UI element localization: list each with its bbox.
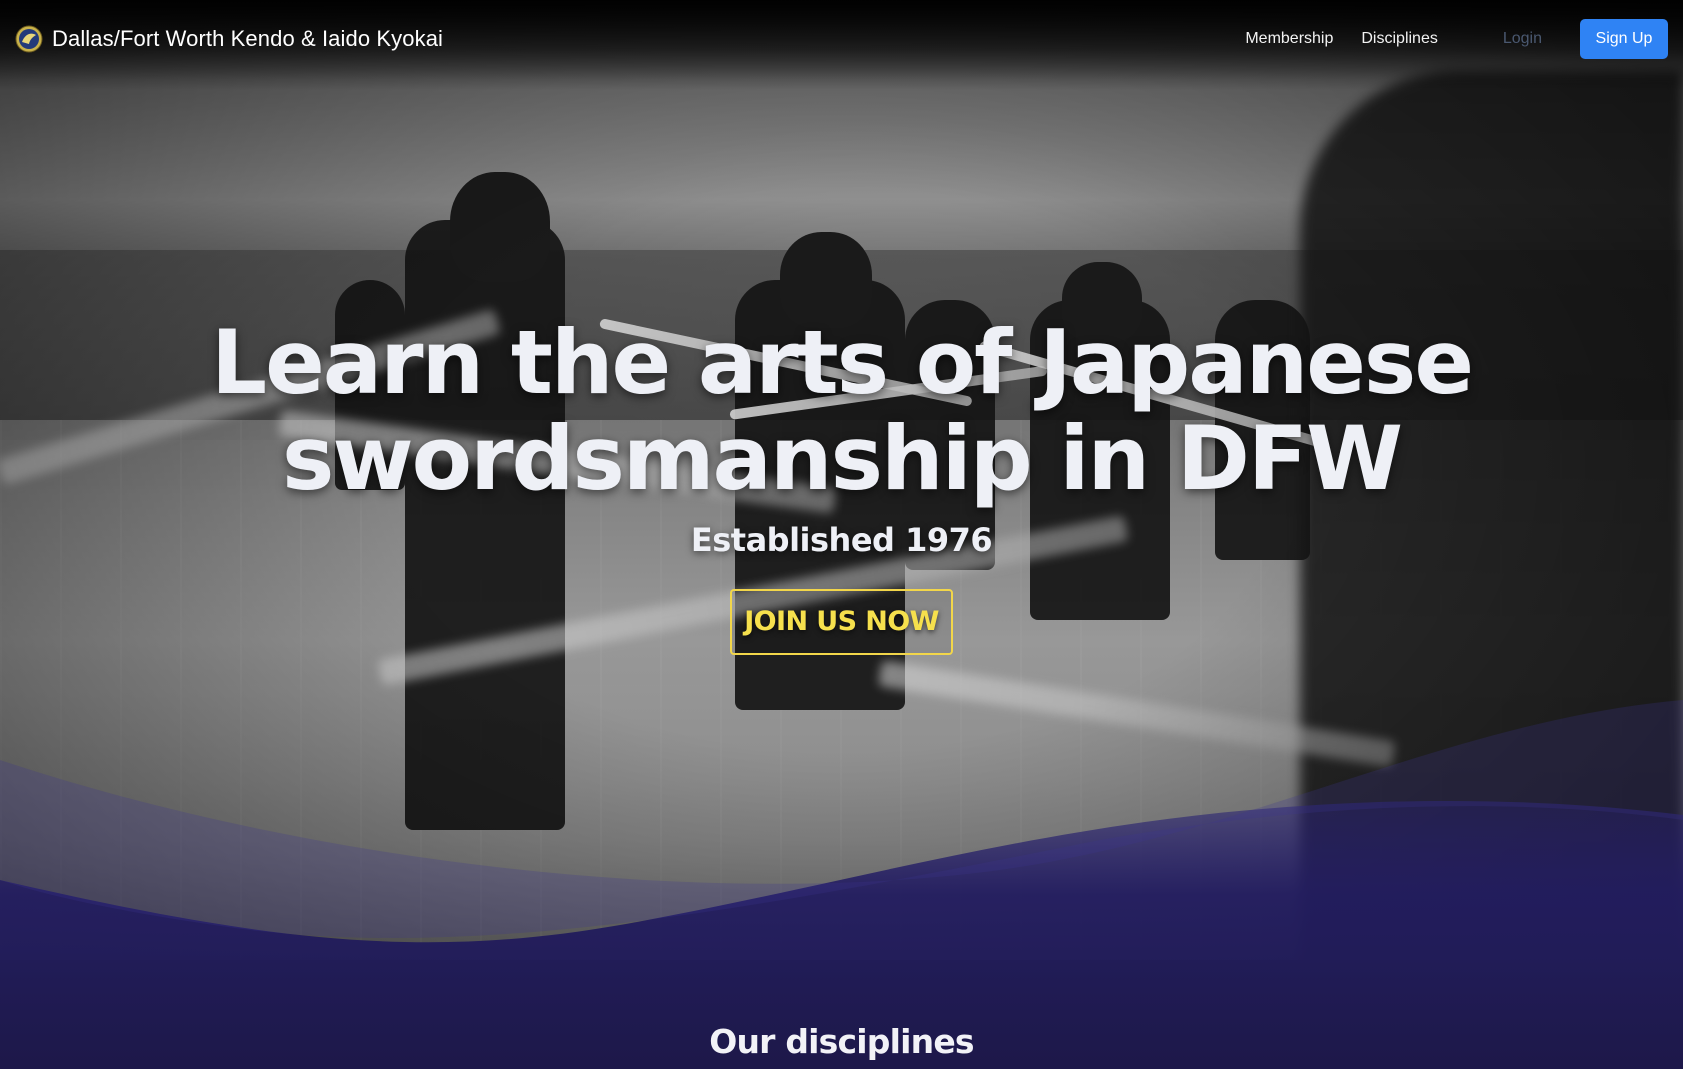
hero-subtitle: Established 1976	[690, 521, 993, 559]
brand-home-link[interactable]: Dallas/Fort Worth Kendo & Iaido Kyokai	[15, 25, 443, 53]
nav-link-membership[interactable]: Membership	[1245, 30, 1333, 48]
sign-up-button[interactable]: Sign Up	[1580, 19, 1668, 59]
disciplines-section-title: Our disciplines	[709, 1022, 974, 1061]
nav-menu: Membership Disciplines Login Sign Up	[1217, 19, 1668, 59]
hero-title: Learn the arts of Japanese swordsmanship…	[211, 311, 1474, 510]
club-crest-icon	[15, 25, 43, 53]
login-link[interactable]: Login	[1503, 30, 1542, 48]
top-navbar: Dallas/Fort Worth Kendo & Iaido Kyokai M…	[0, 0, 1683, 78]
hero-content: Learn the arts of Japanese swordsmanship…	[0, 315, 1683, 655]
page: Dallas/Fort Worth Kendo & Iaido Kyokai M…	[0, 0, 1683, 1069]
nav-link-disciplines[interactable]: Disciplines	[1361, 30, 1437, 48]
brand-name: Dallas/Fort Worth Kendo & Iaido Kyokai	[52, 26, 444, 51]
join-us-now-button[interactable]: JOIN US NOW	[730, 589, 953, 655]
